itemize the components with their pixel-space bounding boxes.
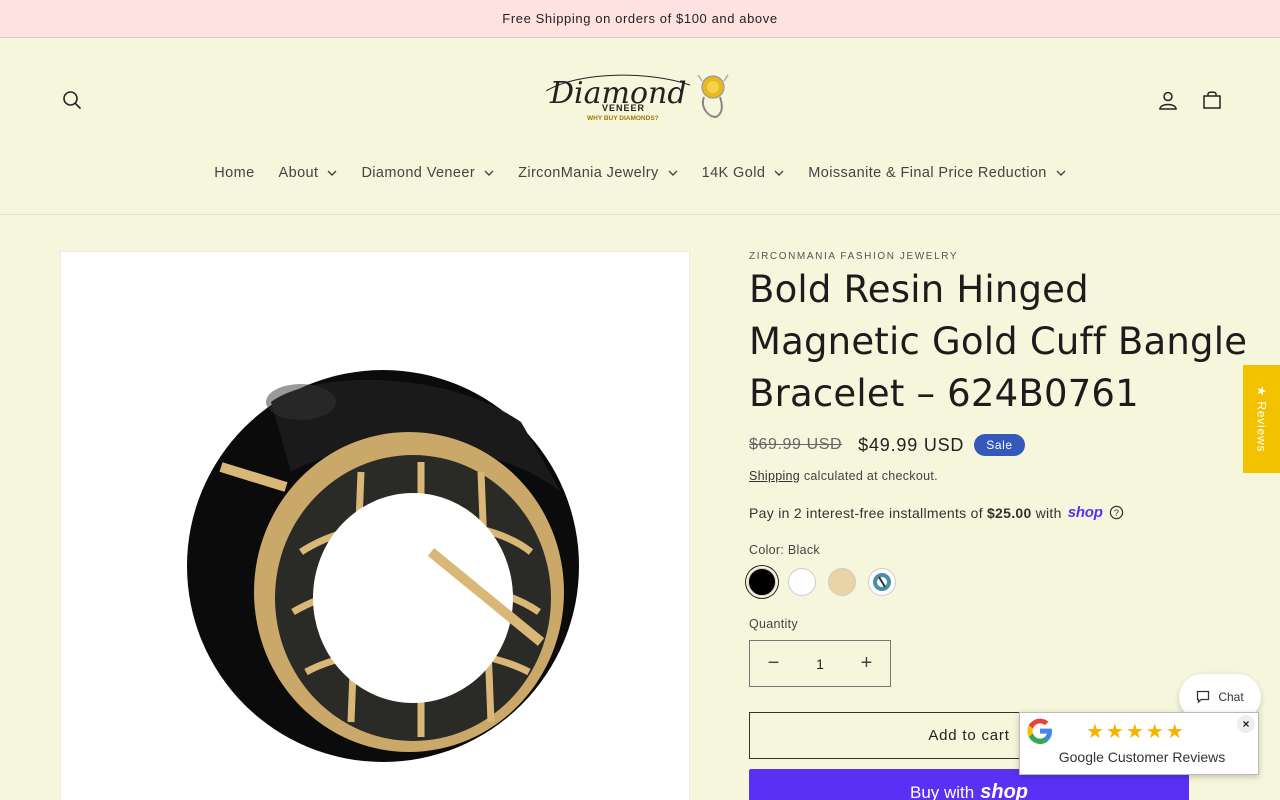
account-icon[interactable] bbox=[1152, 84, 1184, 116]
cart-icon[interactable] bbox=[1196, 84, 1228, 116]
product-vendor: ZIRCONMANIA FASHION JEWELRY bbox=[749, 251, 959, 262]
search-icon[interactable] bbox=[56, 84, 88, 116]
product-image[interactable] bbox=[60, 251, 690, 800]
quantity-decrease-button[interactable]: − bbox=[750, 641, 797, 686]
chat-icon bbox=[1197, 690, 1210, 704]
swatch-black[interactable] bbox=[748, 568, 776, 596]
google-stars: ★★★★★ bbox=[1086, 721, 1186, 743]
chevron-down-icon bbox=[668, 170, 678, 176]
nav-item-moissanite[interactable]: Moissanite & Final Price Reduction bbox=[796, 165, 1077, 181]
svg-text:?: ? bbox=[1113, 508, 1119, 518]
nav-item-label: 14K Gold bbox=[701, 165, 766, 181]
main-nav: Home About Diamond Veneer ZirconMania Je… bbox=[0, 159, 1280, 187]
site-logo[interactable]: Diamond VENEER WHY BUY DIAMONDS? bbox=[540, 63, 730, 127]
chat-label: Chat bbox=[1218, 690, 1244, 704]
google-reviews-badge[interactable]: ★★★★★ Google Customer Reviews × bbox=[1019, 712, 1259, 775]
reviews-tab-label: ★ Reviews bbox=[1254, 385, 1269, 453]
close-icon[interactable]: × bbox=[1237, 715, 1255, 733]
nav-item-label: About bbox=[278, 165, 319, 181]
chevron-down-icon bbox=[327, 170, 337, 176]
google-reviews-text: Google Customer Reviews bbox=[1058, 749, 1226, 765]
nav-item-about[interactable]: About bbox=[267, 165, 350, 181]
installments-amount: $25.00 bbox=[986, 504, 1032, 521]
nav-item-zirconmania-jewelry[interactable]: ZirconMania Jewelry bbox=[506, 165, 690, 181]
shipping-note-text: calculated at checkout. bbox=[800, 469, 938, 483]
add-to-cart-label: Add to cart bbox=[928, 727, 1010, 744]
nav-item-14k-gold[interactable]: 14K Gold bbox=[690, 165, 797, 181]
installments-with: with bbox=[1035, 504, 1062, 521]
chevron-down-icon bbox=[484, 170, 494, 176]
shop-pay-logo: shop bbox=[1067, 504, 1103, 521]
swatch-beige[interactable] bbox=[828, 568, 856, 596]
color-swatches bbox=[748, 568, 896, 596]
chevron-down-icon bbox=[1056, 170, 1066, 176]
quantity-label: Quantity bbox=[749, 617, 798, 631]
product-title: Bold Resin Hinged Magnetic Gold Cuff Ban… bbox=[749, 268, 1248, 415]
shop-pay-installments: Pay in 2 interest-free installments of $… bbox=[749, 504, 1124, 521]
shipping-note: Shipping calculated at checkout. bbox=[749, 469, 938, 483]
reviews-tab[interactable]: ★ Reviews bbox=[1243, 365, 1280, 473]
sale-badge: Sale bbox=[974, 434, 1025, 456]
quantity-increase-button[interactable]: + bbox=[843, 641, 890, 686]
quantity-stepper: − + bbox=[749, 640, 891, 687]
price-row: $69.99 USD $49.99 USD Sale bbox=[749, 434, 1025, 456]
installments-text: Pay in 2 interest-free installments of bbox=[749, 504, 983, 521]
shipping-link[interactable]: Shipping bbox=[749, 469, 800, 483]
help-icon[interactable]: ? bbox=[1109, 505, 1124, 520]
quantity-input[interactable] bbox=[797, 641, 843, 686]
swatch-turquoise[interactable] bbox=[868, 568, 896, 596]
announcement-text: Free Shipping on orders of $100 and abov… bbox=[502, 11, 778, 26]
nav-item-label: Home bbox=[214, 165, 255, 181]
svg-text:WHY BUY DIAMONDS?: WHY BUY DIAMONDS? bbox=[587, 115, 659, 122]
announcement-bar: Free Shipping on orders of $100 and abov… bbox=[0, 0, 1280, 38]
nav-item-label: ZirconMania Jewelry bbox=[518, 165, 659, 181]
svg-text:VENEER: VENEER bbox=[602, 103, 645, 113]
shop-logo: shop bbox=[980, 781, 1029, 800]
color-label: Color: Black bbox=[749, 543, 820, 557]
nav-item-home[interactable]: Home bbox=[202, 165, 266, 181]
sale-price: $49.99 USD bbox=[858, 434, 965, 455]
swatch-white[interactable] bbox=[788, 568, 816, 596]
regular-price: $69.99 USD bbox=[749, 436, 843, 453]
site-header: Diamond VENEER WHY BUY DIAMONDS? Home Ab… bbox=[0, 39, 1280, 215]
nav-item-label: Moissanite & Final Price Reduction bbox=[808, 165, 1047, 181]
google-logo-icon bbox=[1027, 718, 1052, 744]
nav-item-label: Diamond Veneer bbox=[361, 165, 476, 181]
buy-with-label: Buy with bbox=[909, 782, 975, 800]
nav-item-diamond-veneer[interactable]: Diamond Veneer bbox=[349, 165, 506, 181]
chevron-down-icon bbox=[774, 170, 784, 176]
